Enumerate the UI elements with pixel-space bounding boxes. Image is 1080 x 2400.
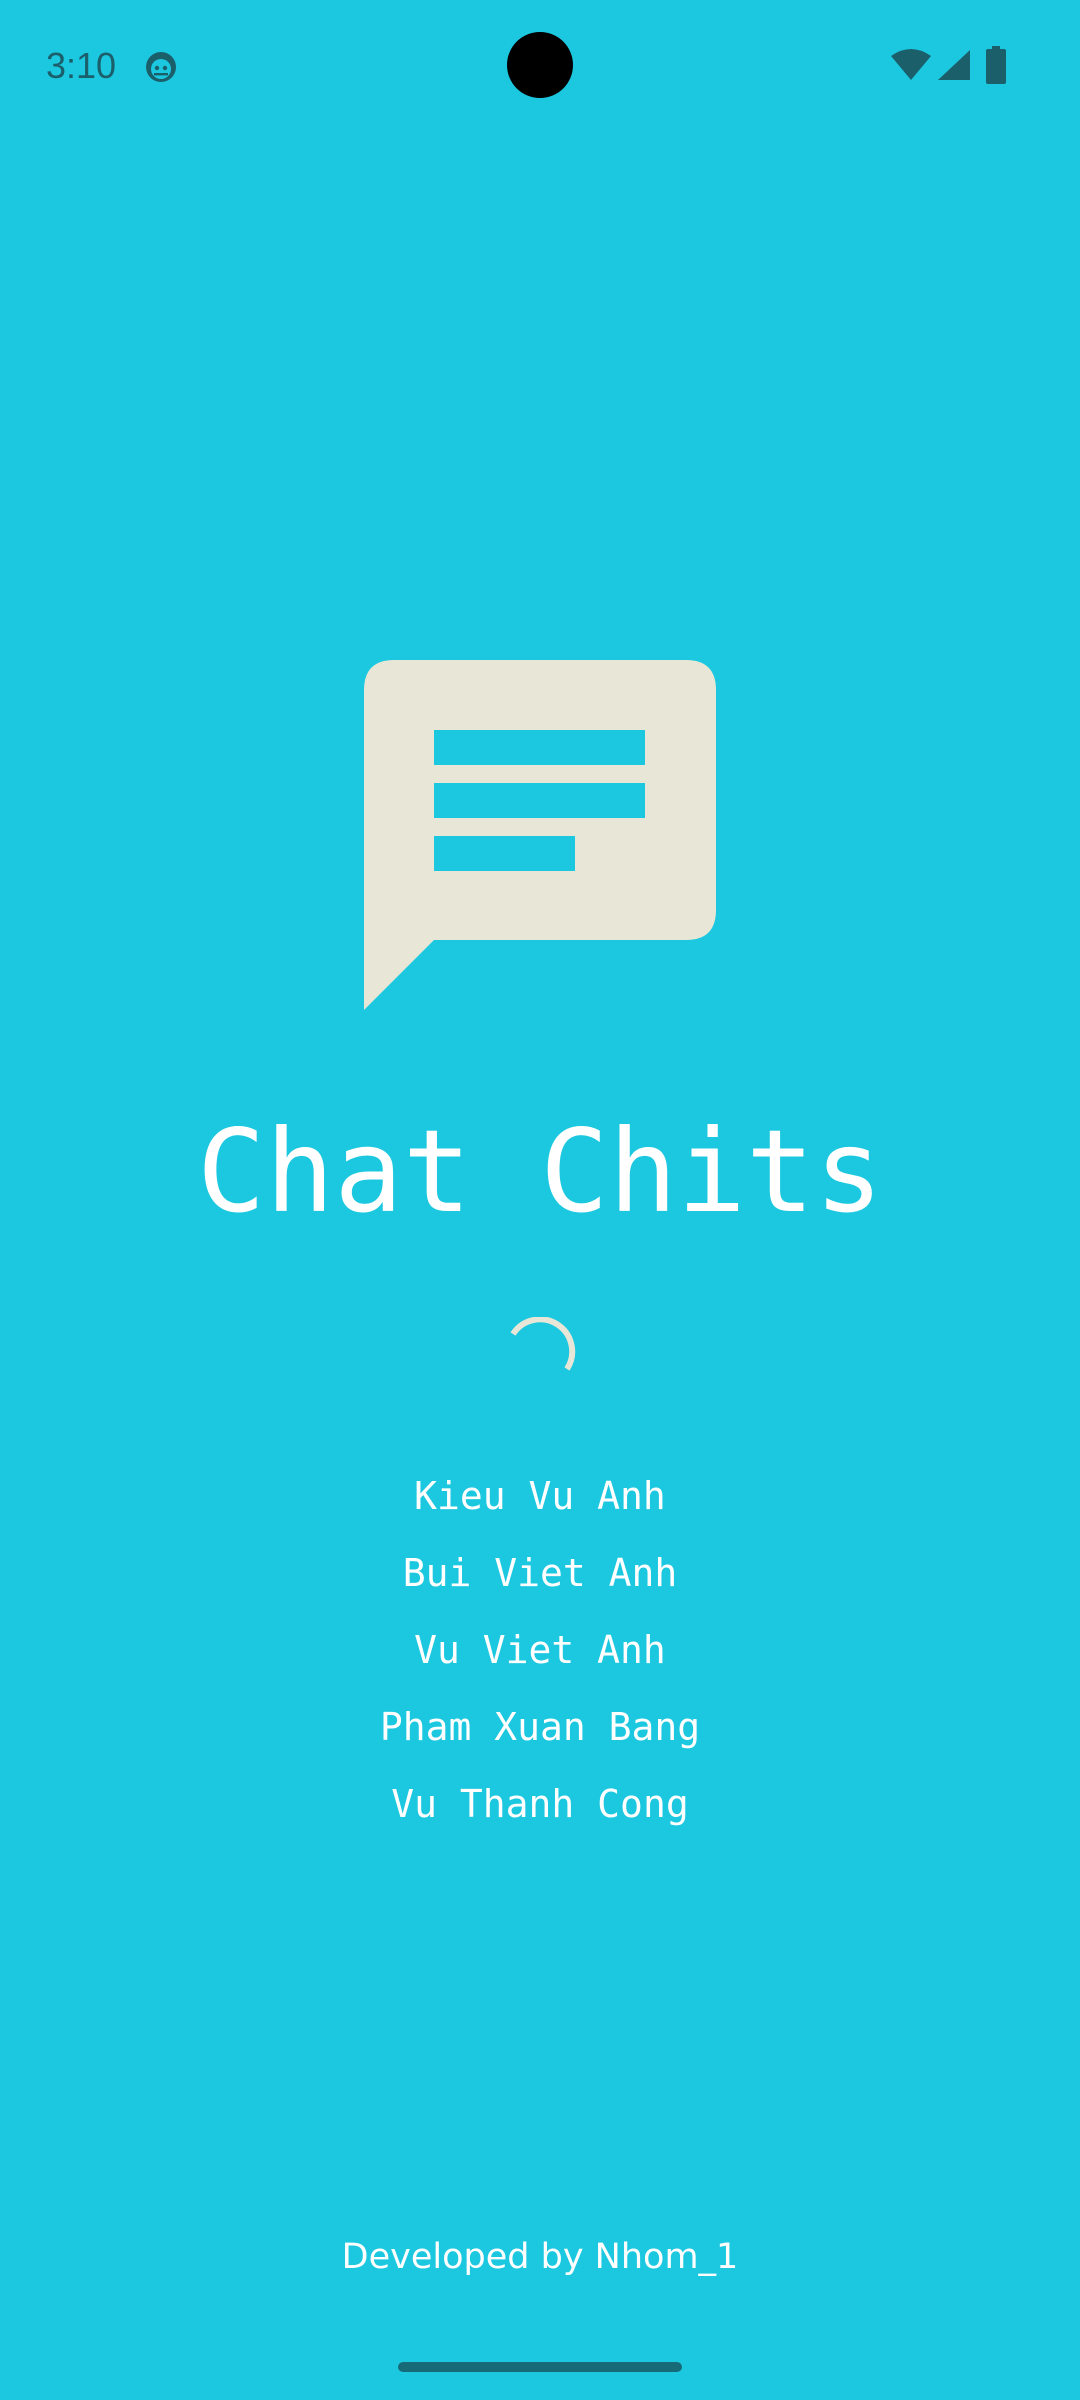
chat-message-icon bbox=[364, 660, 716, 1010]
team-member: Bui Viet Anh bbox=[402, 1551, 678, 1595]
footer-credit: Developed by Nhom_1 bbox=[341, 2237, 739, 2277]
team-member: Kieu Vu Anh bbox=[414, 1474, 666, 1518]
status-time: 3:10 bbox=[46, 45, 117, 86]
app-title: Chat Chits bbox=[196, 1105, 884, 1238]
app-notification-icon bbox=[146, 52, 176, 82]
loading-spinner-icon bbox=[510, 1317, 576, 1371]
status-bar: 3:10 bbox=[0, 0, 1080, 134]
wifi-icon bbox=[891, 49, 931, 80]
cellular-signal-icon bbox=[938, 50, 970, 80]
team-member: Vu Thanh Cong bbox=[391, 1782, 689, 1826]
team-member: Pham Xuan Bang bbox=[379, 1705, 701, 1749]
gesture-navigation-bar[interactable] bbox=[398, 2362, 682, 2372]
camera-cutout bbox=[507, 32, 573, 98]
team-member: Vu Viet Anh bbox=[414, 1628, 666, 1672]
team-member-list: Kieu Vu Anh Bui Viet Anh Vu Viet Anh Pha… bbox=[0, 1466, 1080, 1851]
battery-icon bbox=[986, 46, 1006, 84]
